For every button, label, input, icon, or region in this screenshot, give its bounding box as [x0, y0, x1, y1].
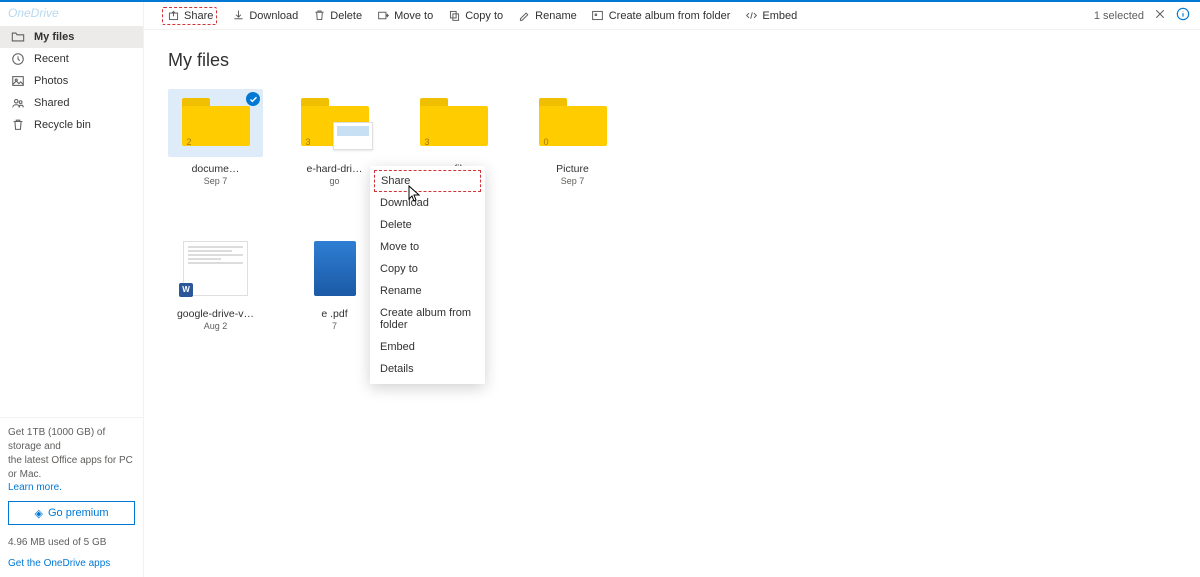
toolbar-label: Delete: [330, 10, 362, 22]
folder-count: 2: [187, 137, 192, 147]
toolbar-label: Move to: [394, 10, 433, 22]
storage-usage: 4.96 MB used of 5 GB: [8, 537, 135, 548]
tile-date: 7: [287, 321, 382, 331]
sidebar-item-my-files[interactable]: My files: [0, 26, 143, 48]
ctx-download[interactable]: Download: [370, 192, 485, 214]
thumb: W: [168, 234, 263, 302]
sidebar-item-recycle[interactable]: Recycle bin: [0, 114, 143, 136]
ctx-rename[interactable]: Rename: [370, 280, 485, 302]
tile-name: Picture: [525, 163, 620, 175]
toolbar-download-button[interactable]: Download: [231, 9, 298, 23]
thumb: 3: [406, 89, 501, 157]
sidebar-storage-panel: Get 1TB (1000 GB) of storage and the lat…: [0, 417, 143, 577]
toolbar-label: Copy to: [465, 10, 503, 22]
trash-icon: [10, 117, 26, 133]
thumb: [287, 234, 382, 302]
thumb: 3: [287, 89, 382, 157]
sidebar-item-photos[interactable]: Photos: [0, 70, 143, 92]
toolbar-moveto-button[interactable]: Move to: [376, 9, 433, 23]
get-apps-link[interactable]: Get the OneDrive apps: [8, 558, 135, 569]
folder-count: 0: [544, 137, 549, 147]
delete-icon: [312, 9, 326, 23]
folder-icon: [10, 29, 26, 45]
thumb: 0: [525, 89, 620, 157]
storage-promo-line1: Get 1TB (1000 GB) of storage and: [8, 426, 135, 454]
embed-icon: [744, 9, 758, 23]
folder-tile[interactable]: 3 e-hard-dri… go: [287, 89, 382, 186]
ctx-moveto[interactable]: Move to: [370, 236, 485, 258]
tile-date: Sep 7: [168, 176, 263, 186]
ctx-share[interactable]: Share: [374, 170, 481, 192]
moveto-icon: [376, 9, 390, 23]
tile-date: Sep 7: [525, 176, 620, 186]
download-icon: [231, 9, 245, 23]
info-button[interactable]: [1176, 7, 1190, 24]
tile-name: docume…: [168, 163, 263, 175]
file-tile[interactable]: W google-drive-v… Aug 2: [168, 234, 263, 331]
toolbar-share-button[interactable]: Share: [162, 7, 217, 25]
ctx-copyto[interactable]: Copy to: [370, 258, 485, 280]
toolbar: Share Download Delete Move to Copy to: [144, 2, 1200, 30]
folder-count: 3: [306, 137, 311, 147]
sidebar-item-label: Recent: [34, 53, 69, 65]
ctx-embed[interactable]: Embed: [370, 336, 485, 358]
toolbar-label: Rename: [535, 10, 577, 22]
toolbar-create-album-button[interactable]: Create album from folder: [591, 9, 731, 23]
context-menu: Share Download Delete Move to Copy to Re…: [370, 166, 485, 384]
folder-count: 3: [425, 137, 430, 147]
clock-icon: [10, 51, 26, 67]
tile-name: e .pdf: [287, 308, 382, 320]
file-tile[interactable]: e .pdf 7: [287, 234, 382, 331]
toolbar-delete-button[interactable]: Delete: [312, 9, 362, 23]
tile-name: google-drive-v…: [168, 308, 263, 320]
ctx-details[interactable]: Details: [370, 358, 485, 380]
sidebar-item-shared[interactable]: Shared: [0, 92, 143, 114]
toolbar-right: 1 selected: [1094, 7, 1190, 24]
toolbar-label: Download: [249, 10, 298, 22]
rename-icon: [517, 9, 531, 23]
diamond-icon: ◈: [35, 507, 43, 520]
toolbar-rename-button[interactable]: Rename: [517, 9, 577, 23]
clear-selection-button[interactable]: [1154, 8, 1166, 23]
page-title: My files: [168, 50, 1176, 71]
folder-tile[interactable]: 0 Picture Sep 7: [525, 89, 620, 186]
sidebar-item-label: Photos: [34, 75, 68, 87]
selection-count: 1 selected: [1094, 10, 1144, 22]
content: My files 2 docume… Sep 7: [144, 30, 1200, 351]
tile-date: go: [287, 176, 382, 186]
folder-tile[interactable]: 2 docume… Sep 7: [168, 89, 263, 186]
tile-name: e-hard-dri…: [287, 163, 382, 175]
nav-list: My files Recent Photos Shared Recycle bi…: [0, 26, 143, 417]
copyto-icon: [447, 9, 461, 23]
sidebar-item-recent[interactable]: Recent: [0, 48, 143, 70]
sidebar-item-label: Shared: [34, 97, 69, 109]
sidebar: OneDrive My files Recent Photos Shared R…: [0, 2, 144, 577]
toolbar-label: Create album from folder: [609, 10, 731, 22]
thumb: 2: [168, 89, 263, 157]
app-root: OneDrive My files Recent Photos Shared R…: [0, 2, 1200, 577]
toolbar-label: Share: [184, 10, 213, 22]
file-grid: 2 docume… Sep 7 3 e-hard-d: [168, 89, 1176, 331]
toolbar-embed-button[interactable]: Embed: [744, 9, 797, 23]
sidebar-item-label: My files: [34, 31, 74, 43]
go-premium-button[interactable]: ◈ Go premium: [8, 501, 135, 525]
tile-date: Aug 2: [168, 321, 263, 331]
sidebar-item-label: Recycle bin: [34, 119, 91, 131]
toolbar-actions: Share Download Delete Move to Copy to: [162, 7, 797, 25]
ctx-delete[interactable]: Delete: [370, 214, 485, 236]
album-icon: [591, 9, 605, 23]
storage-promo-line2: the latest Office apps for PC or Mac.: [8, 454, 135, 482]
ctx-create-album[interactable]: Create album from folder: [370, 302, 485, 336]
toolbar-copyto-button[interactable]: Copy to: [447, 9, 503, 23]
share-icon: [166, 9, 180, 23]
learn-more-link[interactable]: Learn more.: [8, 482, 135, 493]
toolbar-label: Embed: [762, 10, 797, 22]
app-logo: OneDrive: [0, 2, 143, 26]
main: Share Download Delete Move to Copy to: [144, 2, 1200, 577]
go-premium-label: Go premium: [48, 507, 109, 519]
word-badge-icon: W: [179, 283, 193, 297]
people-icon: [10, 95, 26, 111]
photo-icon: [10, 73, 26, 89]
